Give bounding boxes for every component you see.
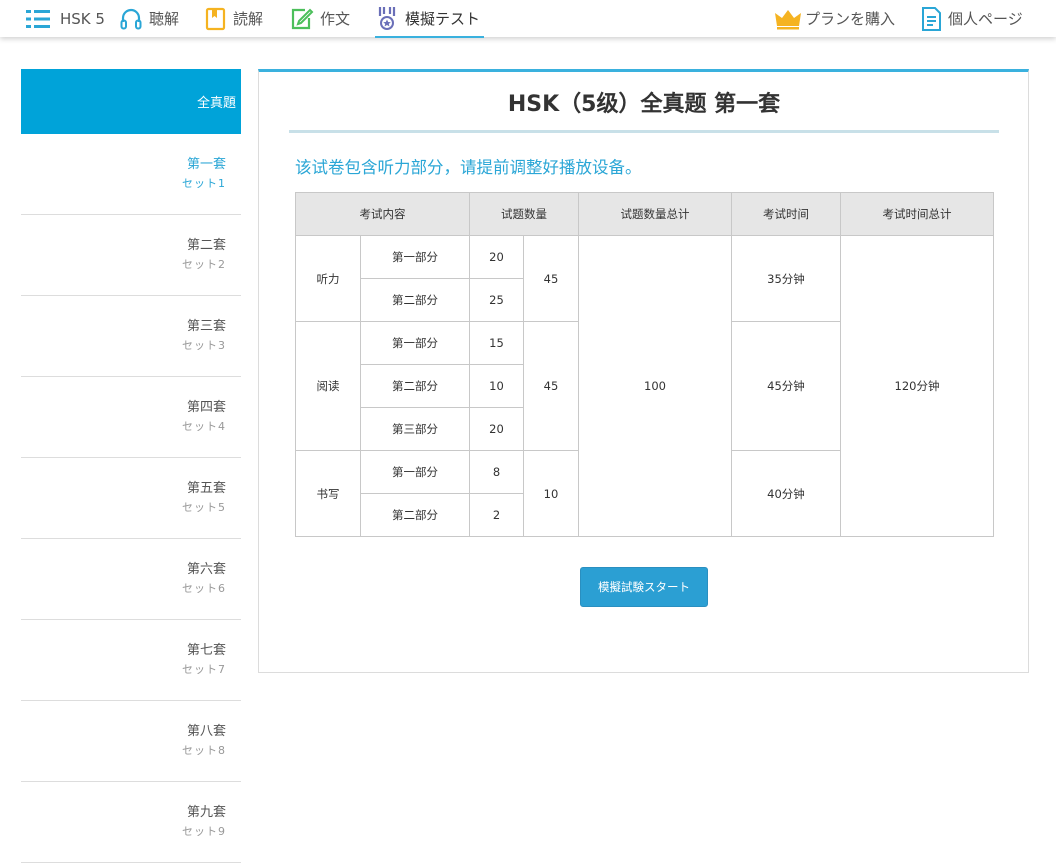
sidebar-item-subtitle: セット2 xyxy=(182,258,226,271)
part-name: 第一部分 xyxy=(360,450,470,494)
part-count: 2 xyxy=(469,493,524,537)
sidebar-item-subtitle: セット3 xyxy=(182,339,226,352)
part-count: 20 xyxy=(469,407,524,451)
audio-notice: 该试卷包含听力部分，请提前调整好播放设备。 xyxy=(295,158,642,177)
part-name: 第二部分 xyxy=(360,278,470,322)
exam-structure-table: 考试内容 试题数量 试题数量总计 考试时间 考试时间总计 听力 第一部分 20 … xyxy=(295,192,994,537)
sidebar-item-set-6[interactable]: 第六套 セット6 xyxy=(21,539,241,620)
nav-writing-label: 作文 xyxy=(320,10,351,28)
nav-listening-label: 聴解 xyxy=(149,10,180,28)
nav-listening[interactable]: 聴解 xyxy=(119,0,179,37)
edit-icon xyxy=(290,7,314,31)
sidebar-item-subtitle: セット7 xyxy=(182,663,226,676)
sidebar-item-subtitle: セット5 xyxy=(182,501,226,514)
sidebar-header-label: 全真題 xyxy=(196,96,236,111)
part-name: 第三部分 xyxy=(360,407,470,451)
sidebar-item-set-8[interactable]: 第八套 セット8 xyxy=(21,701,241,782)
part-count: 10 xyxy=(469,364,524,408)
sidebar-item-set-3[interactable]: 第三套 セット3 xyxy=(21,296,241,377)
total-question-count: 100 xyxy=(578,235,732,537)
section-time: 35分钟 xyxy=(731,235,841,322)
part-count: 20 xyxy=(469,235,524,279)
section-name: 阅读 xyxy=(295,321,361,451)
part-count: 8 xyxy=(469,450,524,494)
sidebar-item-title: 第五套 xyxy=(186,481,226,496)
sidebar-item-set-2[interactable]: 第二套 セット2 xyxy=(21,215,241,296)
sidebar-item-title: 第三套 xyxy=(186,319,226,334)
part-name: 第二部分 xyxy=(360,364,470,408)
sidebar-item-set-9[interactable]: 第九套 セット9 xyxy=(21,782,241,863)
sidebar-item-title: 第八套 xyxy=(186,724,226,739)
part-name: 第一部分 xyxy=(360,321,470,365)
sidebar: 全真題 第一套 セット1 第二套 セット2 第三套 セット3 第四套 セット4 … xyxy=(21,69,241,863)
table-row: 听力 第一部分 20 45 100 35分钟 120分钟 xyxy=(295,235,994,537)
section-name: 听力 xyxy=(295,235,361,322)
sidebar-item-subtitle: セット4 xyxy=(182,420,226,433)
section-subtotal: 10 xyxy=(523,450,579,537)
header-question-count: 试题数量 xyxy=(469,192,579,236)
nav-logo[interactable]: HSK 5 xyxy=(26,0,105,37)
section-name: 书写 xyxy=(295,450,361,537)
sidebar-item-subtitle: セット9 xyxy=(182,825,226,838)
section-time: 40分钟 xyxy=(731,450,841,537)
section-time: 45分钟 xyxy=(731,321,841,451)
sidebar-item-title: 第二套 xyxy=(186,238,226,253)
header-exam-time: 考试时间 xyxy=(731,192,841,236)
nav-reading-label: 読解 xyxy=(233,10,264,28)
sidebar-item-title: 第一套 xyxy=(186,157,226,172)
document-icon xyxy=(920,6,942,32)
nav-mock-test-label: 模擬テスト xyxy=(405,10,481,28)
start-mock-test-button[interactable]: 模擬試験スタート xyxy=(580,567,708,607)
sidebar-header[interactable]: 全真題 xyxy=(21,69,241,134)
sidebar-item-title: 第七套 xyxy=(186,643,226,658)
nav-buy-plan[interactable]: プランを購入 xyxy=(774,0,895,37)
nav-mock-test[interactable]: 模擬テスト xyxy=(375,0,485,38)
menu-list-icon xyxy=(26,8,50,30)
part-name: 第二部分 xyxy=(360,493,470,537)
page-title: HSK（5级）全真题 第一套 xyxy=(507,92,781,117)
sidebar-item-subtitle: セット1 xyxy=(182,177,226,190)
sidebar-item-set-7[interactable]: 第七套 セット7 xyxy=(21,620,241,701)
sidebar-item-set-4[interactable]: 第四套 セット4 xyxy=(21,377,241,458)
table-header-row: 考试内容 试题数量 试题数量总计 考试时间 考试时间总计 xyxy=(295,192,994,236)
sidebar-item-set-5[interactable]: 第五套 セット5 xyxy=(21,458,241,539)
part-name: 第一部分 xyxy=(360,235,470,279)
part-count: 25 xyxy=(469,278,524,322)
nav-my-page-label: 個人ページ xyxy=(948,10,1023,28)
sidebar-item-subtitle: セット8 xyxy=(182,744,226,757)
nav-buy-plan-label: プランを購入 xyxy=(805,10,896,28)
headphones-icon xyxy=(119,7,143,31)
header-exam-content: 考试内容 xyxy=(295,192,470,236)
book-icon xyxy=(205,7,227,31)
exam-info-panel: HSK（5级）全真题 第一套 该试卷包含听力部分，请提前调整好播放设备。 考试内… xyxy=(258,69,1029,673)
header-exam-time-total: 考试时间总计 xyxy=(840,192,994,236)
sidebar-item-set-1[interactable]: 第一套 セット1 xyxy=(21,134,241,215)
header-question-total: 试题数量总计 xyxy=(578,192,732,236)
sidebar-item-title: 第九套 xyxy=(186,805,226,820)
medal-icon xyxy=(375,6,399,32)
nav-reading[interactable]: 読解 xyxy=(205,0,263,37)
total-exam-time: 120分钟 xyxy=(840,235,994,537)
sidebar-item-title: 第四套 xyxy=(186,400,226,415)
top-nav: HSK 5 聴解 読解 作文 模擬テスト プランを購入 個人ページ xyxy=(0,0,1056,38)
crown-icon xyxy=(774,8,802,30)
section-subtotal: 45 xyxy=(523,321,579,451)
section-subtotal: 45 xyxy=(523,235,579,322)
part-count: 15 xyxy=(469,321,524,365)
sidebar-item-title: 第六套 xyxy=(186,562,226,577)
nav-logo-text: HSK 5 xyxy=(60,9,105,28)
title-divider xyxy=(289,130,999,133)
sidebar-item-subtitle: セット6 xyxy=(182,582,226,595)
nav-my-page[interactable]: 個人ページ xyxy=(920,0,1023,37)
nav-writing[interactable]: 作文 xyxy=(290,0,350,37)
